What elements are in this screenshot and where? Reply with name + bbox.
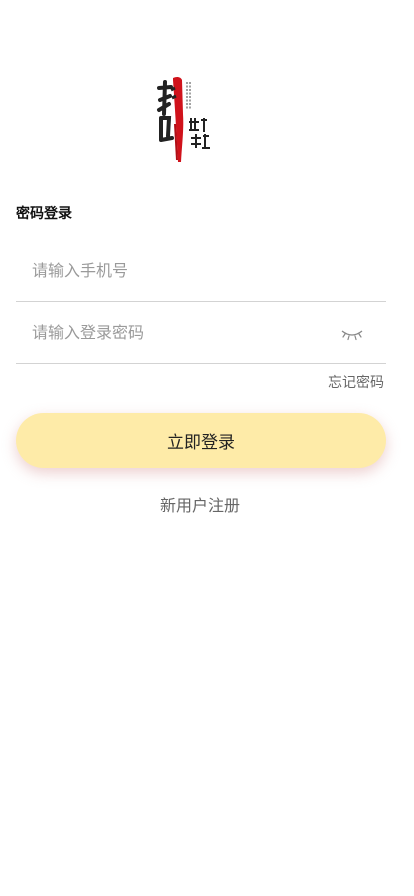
brand-logo-image [157,76,210,162]
register-link[interactable]: 新用户注册 [0,492,400,516]
phone-input[interactable] [32,240,332,300]
brand-logo [155,74,215,166]
password-field [16,302,386,364]
login-button-label: 立即登录 [167,433,235,453]
eye-closed-icon[interactable] [340,326,364,341]
phone-field [16,240,386,302]
forgot-password-link[interactable]: 忘记密码 [328,372,384,392]
password-input[interactable] [32,302,332,362]
page-title: 密码登录 [16,206,72,222]
login-button[interactable]: 立即登录 [16,413,386,468]
